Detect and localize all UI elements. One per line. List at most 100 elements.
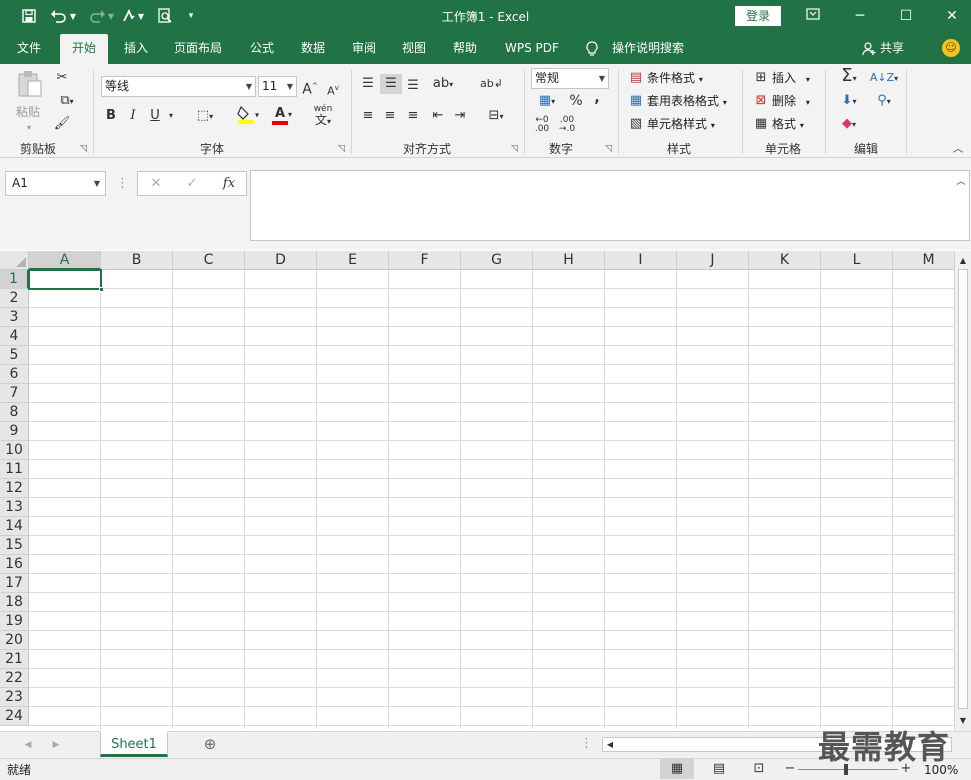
expand-formula-icon[interactable]: ︿ bbox=[954, 172, 968, 192]
column-header-d[interactable]: D bbox=[245, 251, 317, 270]
row-header-9[interactable]: 9 bbox=[0, 422, 29, 441]
row-header-6[interactable]: 6 bbox=[0, 365, 29, 384]
decrease-indent-icon[interactable]: ⇤ bbox=[428, 106, 448, 126]
column-header-l[interactable]: L bbox=[821, 251, 893, 270]
delete-cells-icon[interactable]: ⊠ bbox=[752, 91, 770, 111]
orientation-icon[interactable]: ab▾ bbox=[428, 74, 458, 95]
underline-button[interactable]: U bbox=[146, 106, 164, 126]
select-all-corner[interactable] bbox=[0, 251, 29, 270]
prev-sheet-icon[interactable]: ◀ bbox=[22, 735, 34, 755]
row-header-10[interactable]: 10 bbox=[0, 441, 29, 460]
column-header-i[interactable]: I bbox=[605, 251, 677, 270]
row-header-21[interactable]: 21 bbox=[0, 650, 29, 669]
row-header-8[interactable]: 8 bbox=[0, 403, 29, 422]
fill-icon[interactable]: ⬇▾ bbox=[834, 91, 864, 112]
page-break-view-icon[interactable]: ⊡ bbox=[748, 759, 770, 779]
align-top-icon[interactable]: ☰ bbox=[358, 74, 378, 94]
tell-me-search[interactable]: 操作说明搜索 bbox=[612, 32, 684, 64]
close-icon[interactable]: ✕ bbox=[937, 4, 967, 28]
format-as-table-button[interactable]: 套用表格格式 ▾ bbox=[647, 91, 727, 113]
collapse-ribbon-icon[interactable]: ︿ bbox=[950, 140, 966, 160]
smiley-feedback-icon[interactable]: ☺ bbox=[942, 39, 960, 57]
sort-filter-icon[interactable]: A↓Z▾ bbox=[869, 68, 899, 89]
insert-cells-icon[interactable]: ⊞ bbox=[752, 68, 770, 88]
autosum-icon[interactable]: Σ▾ bbox=[834, 66, 864, 89]
align-center-icon[interactable]: ≡ bbox=[380, 106, 400, 126]
clear-icon[interactable]: ◆▾ bbox=[834, 114, 864, 135]
delete-cells-button[interactable]: 删除 ▾ bbox=[772, 91, 810, 113]
wrap-text-icon[interactable]: ab↲ bbox=[480, 74, 503, 94]
format-cells-icon[interactable]: ▦ bbox=[752, 114, 770, 134]
grow-font-icon[interactable]: A^ bbox=[301, 76, 319, 100]
sheet-tab-sheet1[interactable]: Sheet1 bbox=[100, 731, 168, 757]
enter-icon[interactable]: ✓ bbox=[184, 174, 200, 194]
scroll-down-icon[interactable]: ▼ bbox=[957, 711, 969, 731]
column-header-c[interactable]: C bbox=[173, 251, 245, 270]
cell-styles-icon[interactable]: ▧ bbox=[627, 114, 645, 134]
next-sheet-icon[interactable]: ▶ bbox=[50, 735, 62, 755]
format-as-table-icon[interactable]: ▦ bbox=[627, 91, 645, 111]
fill-handle[interactable] bbox=[99, 287, 104, 292]
increase-decimal-icon[interactable]: ←0.00 bbox=[531, 116, 553, 134]
share-button[interactable]: 共享 bbox=[880, 32, 904, 64]
row-header-16[interactable]: 16 bbox=[0, 555, 29, 574]
column-header-e[interactable]: E bbox=[317, 251, 389, 270]
number-format-select[interactable]: 常规 ▼ bbox=[531, 68, 609, 89]
bold-button[interactable]: B bbox=[102, 106, 120, 126]
row-header-24[interactable]: 24 bbox=[0, 707, 29, 726]
tab-view[interactable]: 视图 bbox=[402, 32, 426, 64]
vertical-scrollbar[interactable]: ▲ ▼ bbox=[954, 251, 971, 731]
row-header-17[interactable]: 17 bbox=[0, 574, 29, 593]
row-header-11[interactable]: 11 bbox=[0, 460, 29, 479]
column-header-j[interactable]: J bbox=[677, 251, 749, 270]
zoom-slider[interactable] bbox=[798, 764, 898, 775]
name-box[interactable]: A1 ▼ bbox=[5, 171, 106, 196]
font-color-icon[interactable]: A ▾ bbox=[266, 104, 298, 125]
align-left-icon[interactable]: ≡ bbox=[358, 106, 378, 126]
row-header-18[interactable]: 18 bbox=[0, 593, 29, 612]
row-header-2[interactable]: 2 bbox=[0, 289, 29, 308]
maximize-icon[interactable]: ☐ bbox=[891, 4, 921, 28]
align-middle-icon[interactable]: ☰ bbox=[380, 74, 402, 94]
number-launcher-icon[interactable]: ◹ bbox=[605, 144, 612, 154]
vertical-scroll-thumb[interactable] bbox=[958, 269, 968, 709]
login-button[interactable]: 登录 bbox=[735, 6, 781, 26]
column-header-g[interactable]: G bbox=[461, 251, 533, 270]
alignment-launcher-icon[interactable]: ◹ bbox=[511, 144, 518, 154]
tab-review[interactable]: 审阅 bbox=[352, 32, 376, 64]
conditional-format-button[interactable]: 条件格式 ▾ bbox=[647, 68, 703, 90]
paste-dropdown-icon[interactable]: ▾ bbox=[22, 118, 36, 138]
column-header-h[interactable]: H bbox=[533, 251, 605, 270]
tab-page-layout[interactable]: 页面布局 bbox=[174, 32, 222, 64]
column-header-m[interactable]: M bbox=[893, 251, 954, 270]
tab-help[interactable]: 帮助 bbox=[453, 32, 477, 64]
cell-styles-button[interactable]: 单元格样式 ▾ bbox=[647, 114, 715, 136]
format-painter-icon[interactable]: 🖌 bbox=[52, 114, 72, 134]
tab-split-icon[interactable]: ⋮ bbox=[580, 734, 593, 754]
tab-insert[interactable]: 插入 bbox=[124, 32, 148, 64]
scroll-left-icon[interactable]: ◀ bbox=[604, 735, 616, 755]
tab-wps-pdf[interactable]: WPS PDF bbox=[505, 32, 559, 64]
border-icon[interactable]: ⬚▾ bbox=[190, 106, 220, 127]
increase-indent-icon[interactable]: ⇥ bbox=[450, 106, 470, 126]
align-bottom-icon[interactable]: ☰ bbox=[403, 76, 423, 96]
decrease-decimal-icon[interactable]: .00 →.0 bbox=[556, 116, 578, 134]
find-select-icon[interactable]: ⚲▾ bbox=[869, 91, 899, 112]
row-header-1[interactable]: 1 bbox=[0, 270, 29, 289]
comma-button[interactable]: , bbox=[590, 88, 604, 108]
add-sheet-icon[interactable]: ⊕ bbox=[200, 734, 220, 754]
row-header-5[interactable]: 5 bbox=[0, 346, 29, 365]
merge-center-icon[interactable]: ⊟▾ bbox=[480, 106, 512, 127]
phonetic-guide-icon[interactable]: wén 文▾ bbox=[306, 104, 340, 128]
row-header-13[interactable]: 13 bbox=[0, 498, 29, 517]
insert-function-icon[interactable]: fx bbox=[220, 174, 238, 194]
align-right-icon[interactable]: ≡ bbox=[403, 106, 423, 126]
row-header-7[interactable]: 7 bbox=[0, 384, 29, 403]
formula-input[interactable] bbox=[250, 170, 970, 241]
zoom-out-icon[interactable]: − bbox=[784, 759, 796, 779]
normal-view-icon[interactable]: ▦ bbox=[660, 759, 694, 779]
row-header-4[interactable]: 4 bbox=[0, 327, 29, 346]
tab-file[interactable]: 文件 bbox=[17, 32, 41, 64]
font-name-select[interactable]: 等线 ▼ bbox=[101, 76, 256, 97]
percent-button[interactable]: % bbox=[566, 91, 586, 111]
